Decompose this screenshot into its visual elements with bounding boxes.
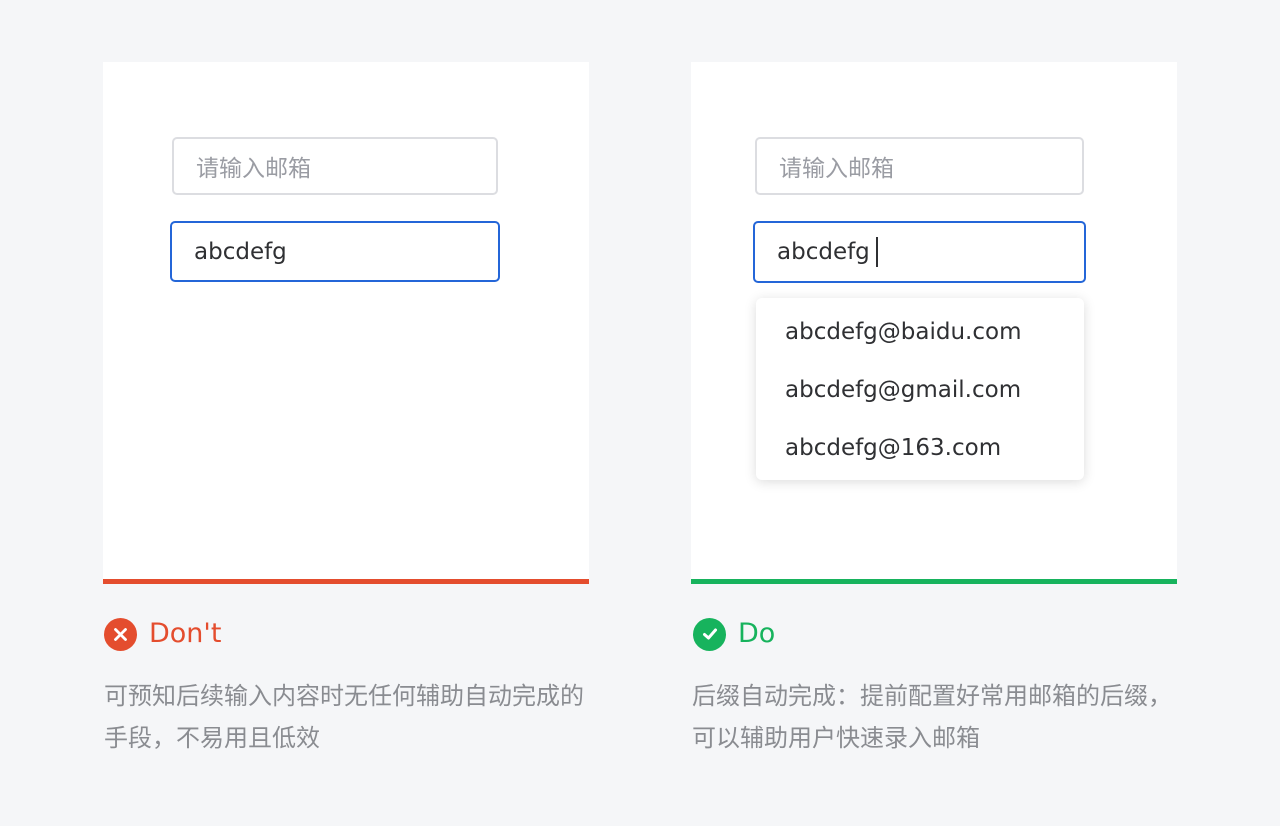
check-icon	[693, 617, 726, 651]
email-input-placeholder: 请输入邮箱	[196, 156, 311, 182]
do-status-label: Do	[693, 617, 775, 651]
email-input-value: abcdefg	[777, 239, 870, 265]
do-example-card: 请输入邮箱 abcdefg abcdefg@baidu.com abcdefg@…	[691, 62, 1177, 584]
email-input-empty[interactable]: 请输入邮箱	[755, 137, 1084, 195]
do-description: 后缀自动完成：提前配置好常用邮箱的后缀，可以辅助用户快速录入邮箱	[692, 682, 1172, 752]
email-autocomplete-dropdown: abcdefg@baidu.com abcdefg@gmail.com abcd…	[756, 298, 1084, 480]
close-icon	[104, 617, 137, 651]
text-caret	[875, 237, 878, 267]
dont-status-label: Don't	[104, 617, 221, 651]
do-status-text: Do	[738, 618, 776, 649]
autocomplete-option[interactable]: abcdefg@gmail.com	[785, 375, 1021, 405]
email-input-placeholder: 请输入邮箱	[779, 156, 894, 182]
email-input-empty[interactable]: 请输入邮箱	[172, 137, 498, 195]
dont-example-card: 请输入邮箱 abcdefg	[103, 62, 589, 584]
dont-status-text: Don't	[149, 618, 222, 649]
email-input-focused[interactable]: abcdefg	[753, 221, 1086, 283]
autocomplete-option[interactable]: abcdefg@163.com	[785, 433, 1001, 463]
email-input-value: abcdefg	[194, 238, 287, 265]
email-input-filled[interactable]: abcdefg	[170, 221, 500, 282]
dont-description: 可预知后续输入内容时无任何辅助自动完成的手段，不易用且低效	[104, 682, 584, 752]
autocomplete-option[interactable]: abcdefg@baidu.com	[785, 317, 1021, 347]
